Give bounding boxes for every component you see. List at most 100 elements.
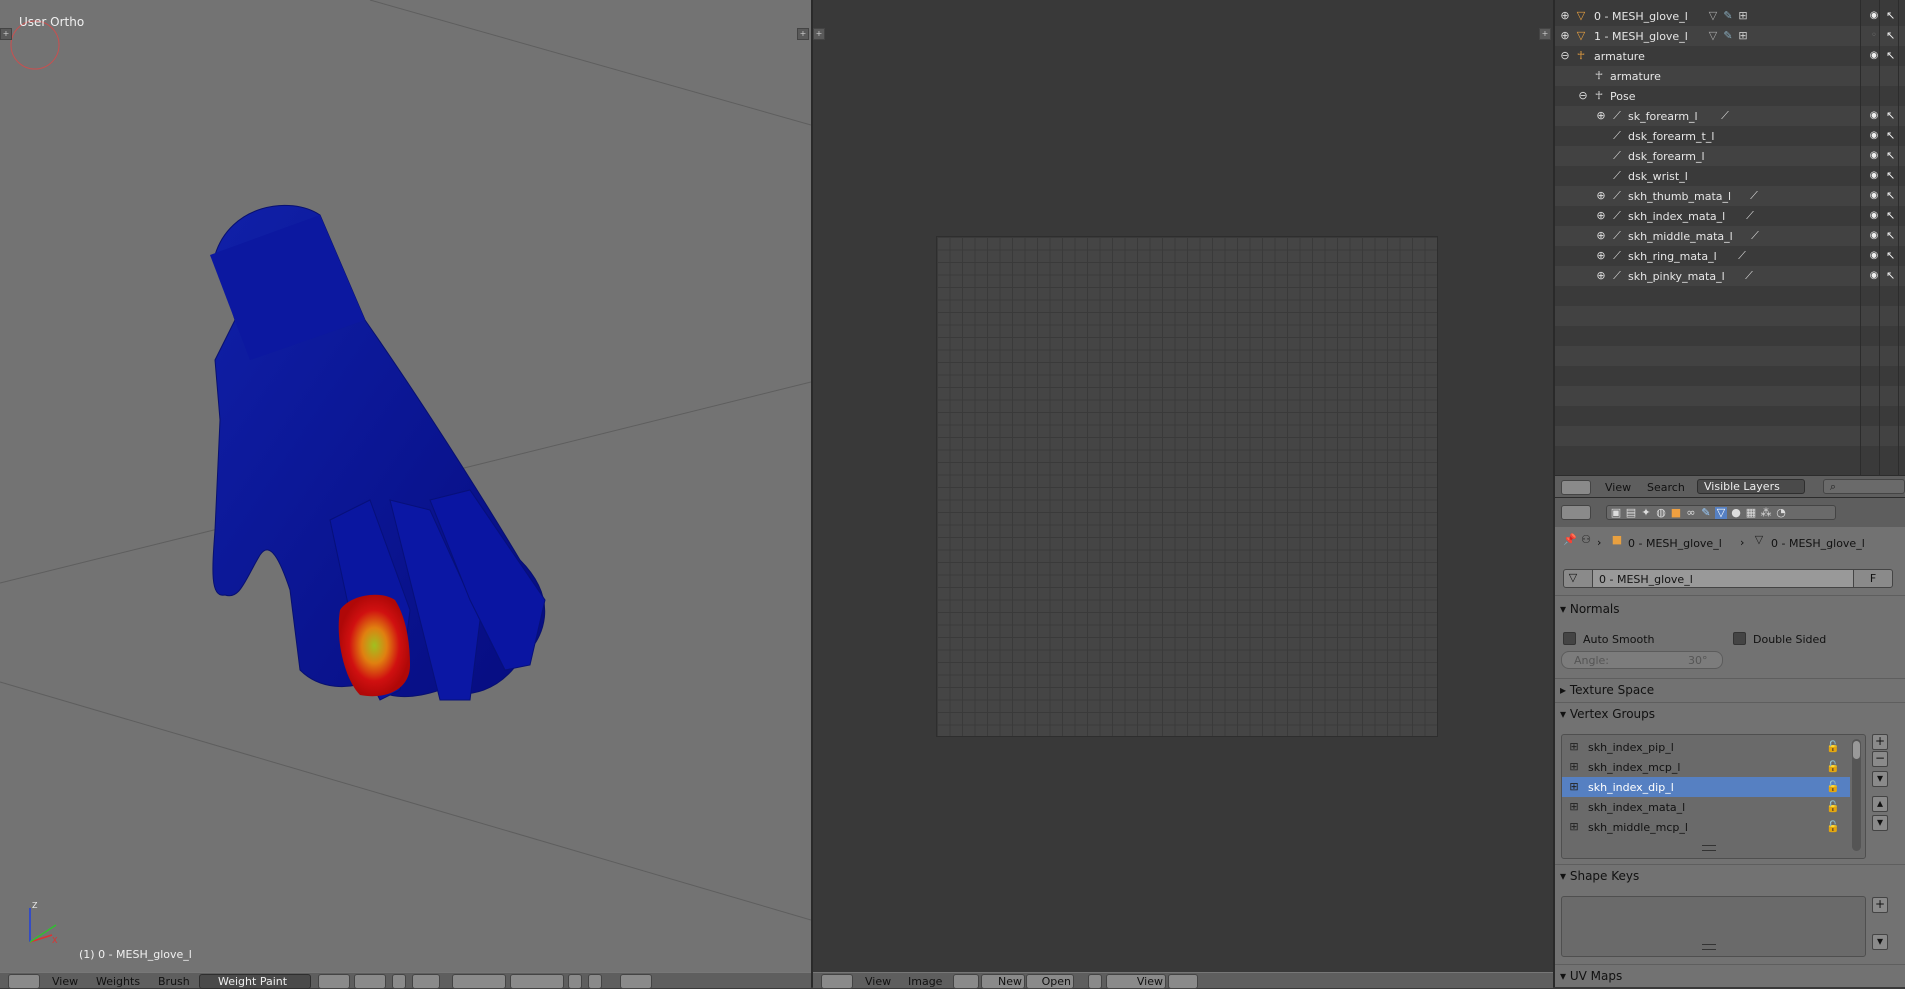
editor-type-icon[interactable] <box>1561 480 1591 495</box>
outliner-row[interactable]: ⊕ ▽ 0 - MESH_glove_l ▽ ✎ ⊞ ◉ ↖ <box>1555 6 1905 26</box>
expand-icon[interactable]: ⊕ <box>1559 30 1571 42</box>
angle-slider[interactable]: Angle: 30° <box>1561 651 1723 669</box>
vertex-group-specials-icon[interactable]: ▾ <box>1872 771 1888 787</box>
breadcrumb-mesh[interactable]: 0 - MESH_glove_l <box>1771 537 1865 550</box>
outliner-label[interactable]: sk_forearm_l <box>1628 110 1698 123</box>
add-shape-key-button[interactable]: + <box>1872 897 1888 913</box>
mesh-data-tab-icon[interactable]: ▽ <box>1715 507 1727 519</box>
particles-tab-icon[interactable]: ⁂ <box>1760 507 1772 519</box>
outliner-label[interactable]: dsk_forearm_t_l <box>1628 130 1714 143</box>
outliner-label[interactable]: skh_middle_mata_l <box>1628 230 1733 243</box>
outliner-row[interactable]: ⊕ ⟋ skh_ring_mata_l ⟋ ◉ ↖ <box>1555 246 1905 266</box>
fake-user-button[interactable]: F <box>1853 569 1893 588</box>
object-tab-icon[interactable]: ■ <box>1670 507 1682 519</box>
list-resize-handle[interactable] <box>1702 944 1716 950</box>
move-down-icon[interactable]: ▾ <box>1872 815 1888 831</box>
scene-tab-icon[interactable]: ✦ <box>1640 507 1652 519</box>
expand-icon[interactable]: ⊕ <box>1595 250 1607 262</box>
select-cursor-icon[interactable]: ↖ <box>1886 129 1896 143</box>
menu-view[interactable]: View <box>52 975 78 988</box>
expand-icon[interactable]: ⊕ <box>1595 210 1607 222</box>
uv-maps-panel-header[interactable]: ▾ UV Maps <box>1560 969 1622 983</box>
outliner-row[interactable]: ⟋ dsk_wrist_l ◉ ↖ <box>1555 166 1905 186</box>
expand-icon[interactable]: ⊕ <box>1559 10 1571 22</box>
outliner-label[interactable]: skh_ring_mata_l <box>1628 250 1717 263</box>
mesh-browse-button[interactable]: ▽ <box>1563 569 1593 588</box>
menu-weights[interactable]: Weights <box>96 975 140 988</box>
expand-icon[interactable]: ⊕ <box>1595 110 1607 122</box>
menu-search[interactable]: Search <box>1647 481 1685 494</box>
select-cursor-icon[interactable]: ↖ <box>1886 109 1896 123</box>
material-tab-icon[interactable]: ● <box>1730 507 1742 519</box>
outliner[interactable]: ⊕ ▽ 0 - MESH_glove_l ▽ ✎ ⊞ ◉ ↖ ⊕ ▽ 1 - M… <box>1555 0 1905 475</box>
outliner-label[interactable]: armature <box>1610 70 1661 83</box>
outliner-row[interactable]: ⊖ ☥ armature ◉ ↖ <box>1555 46 1905 66</box>
remove-vertex-group-button[interactable]: − <box>1872 751 1888 767</box>
outliner-label[interactable]: dsk_wrist_l <box>1628 170 1688 183</box>
outliner-row[interactable]: ⊕ ▽ 1 - MESH_glove_l ▽ ✎ ⊞ ◦ ↖ <box>1555 26 1905 46</box>
outliner-row[interactable]: ⊕ ⟋ sk_forearm_l ⟋ ◉ ↖ <box>1555 106 1905 126</box>
select-cursor-icon[interactable]: ↖ <box>1886 269 1896 283</box>
corner-split-icon[interactable]: + <box>1539 28 1551 40</box>
outliner-row[interactable]: ⊕ ⟋ skh_thumb_mata_l ⟋ ◉ ↖ <box>1555 186 1905 206</box>
menu-view[interactable]: View <box>1605 481 1631 494</box>
expand-icon[interactable]: ⊕ <box>1595 270 1607 282</box>
expand-icon[interactable]: ⊕ <box>1595 190 1607 202</box>
select-cursor-icon[interactable]: ↖ <box>1886 9 1896 23</box>
pin-icon[interactable]: 📌 <box>1563 534 1577 546</box>
list-item-selected[interactable]: ⊞ skh_index_dip_l 🔓 <box>1562 777 1850 797</box>
add-vertex-group-button[interactable]: + <box>1872 734 1888 750</box>
menu-view[interactable]: View <box>865 975 891 988</box>
select-cursor-icon[interactable]: ↖ <box>1886 229 1896 243</box>
outliner-label[interactable]: skh_index_mata_l <box>1628 210 1725 223</box>
collapse-icon[interactable]: ⊖ <box>1577 90 1589 102</box>
outliner-row[interactable]: ⟋ dsk_forearm_l ◉ ↖ <box>1555 146 1905 166</box>
outliner-label[interactable]: 0 - MESH_glove_l <box>1594 10 1688 23</box>
editor-type-icon[interactable] <box>1561 505 1591 520</box>
menu-brush[interactable]: Brush <box>158 975 190 988</box>
list-scrollbar[interactable] <box>1852 739 1861 851</box>
lock-icon[interactable]: 🔓 <box>1826 781 1840 793</box>
shape-key-specials-icon[interactable]: ▾ <box>1872 934 1888 950</box>
render-tab-icon[interactable]: ▣ <box>1610 507 1622 519</box>
uv-grid[interactable] <box>936 236 1438 737</box>
outliner-label[interactable]: skh_pinky_mata_l <box>1628 270 1725 283</box>
vertex-groups-panel-header[interactable]: ▾ Vertex Groups <box>1560 707 1655 721</box>
double-sided-checkbox[interactable] <box>1733 632 1746 645</box>
outliner-label[interactable]: 1 - MESH_glove_l <box>1594 30 1688 43</box>
display-mode-select[interactable]: Visible Layers <box>1697 479 1805 494</box>
lock-icon[interactable]: 🔓 <box>1826 741 1840 753</box>
3d-viewport[interactable]: Z X + + User Ortho (1) 0 - MESH_glove_l <box>0 0 811 972</box>
outliner-row[interactable]: ⊕ ⟋ skh_index_mata_l ⟋ ◉ ↖ <box>1555 206 1905 226</box>
select-cursor-icon[interactable]: ↖ <box>1886 189 1896 203</box>
texture-tab-icon[interactable]: ▦ <box>1745 507 1757 519</box>
lock-icon[interactable]: 🔓 <box>1826 801 1840 813</box>
world-tab-icon[interactable]: ◍ <box>1655 507 1667 519</box>
physics-tab-icon[interactable]: ◔ <box>1775 507 1787 519</box>
outliner-label[interactable]: skh_thumb_mata_l <box>1628 190 1731 203</box>
scrollbar-thumb[interactable] <box>1853 741 1860 759</box>
expand-icon[interactable]: ⊕ <box>1595 230 1607 242</box>
constraints-tab-icon[interactable]: ∞ <box>1685 507 1697 519</box>
list-item[interactable]: ⊞ skh_index_mata_l 🔓 <box>1562 797 1850 817</box>
select-cursor-icon[interactable]: ↖ <box>1886 149 1896 163</box>
list-resize-handle[interactable] <box>1702 845 1716 851</box>
collapse-icon[interactable]: ⊖ <box>1559 50 1571 62</box>
select-cursor-icon[interactable]: ↖ <box>1886 169 1896 183</box>
mesh-name-field[interactable]: 0 - MESH_glove_l <box>1592 569 1854 588</box>
list-item[interactable]: ⊞ skh_index_pip_l 🔓 <box>1562 737 1850 757</box>
shape-keys-list[interactable] <box>1561 896 1866 957</box>
outliner-row[interactable]: ⊕ ⟋ skh_pinky_mata_l ⟋ ◉ ↖ <box>1555 266 1905 286</box>
texture-space-panel-header[interactable]: ▸ Texture Space <box>1560 683 1654 697</box>
modifiers-tab-icon[interactable]: ✎ <box>1700 507 1712 519</box>
outliner-label[interactable]: armature <box>1594 50 1645 63</box>
list-item[interactable]: ⊞ skh_middle_mcp_l 🔓 <box>1562 817 1850 837</box>
select-cursor-icon[interactable]: ↖ <box>1886 209 1896 223</box>
outliner-row[interactable]: ⊖ ☥ Pose <box>1555 86 1905 106</box>
render-layers-tab-icon[interactable]: ▤ <box>1625 507 1637 519</box>
vertex-groups-list[interactable]: ⊞ skh_index_pip_l 🔓 ⊞ skh_index_mcp_l 🔓 … <box>1561 734 1866 859</box>
lock-icon[interactable]: 🔓 <box>1826 761 1840 773</box>
select-cursor-icon[interactable]: ↖ <box>1886 49 1896 63</box>
corner-split-icon[interactable]: + <box>813 28 825 40</box>
outliner-label[interactable]: Pose <box>1610 90 1635 103</box>
